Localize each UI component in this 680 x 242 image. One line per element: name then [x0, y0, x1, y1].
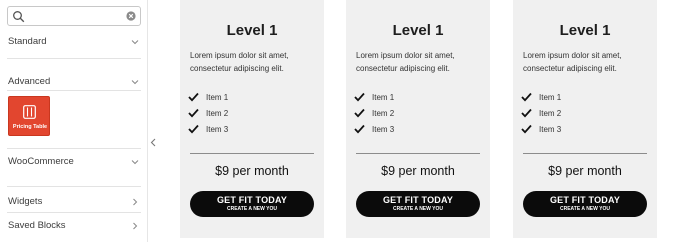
check-icon	[354, 108, 365, 118]
feature-label: Item 2	[372, 109, 395, 118]
search-box[interactable]	[7, 6, 141, 26]
feature-item: Item 3	[521, 124, 641, 136]
button-sublabel: CREATE A NEW YOU	[226, 206, 277, 212]
collapse-sidebar-icon[interactable]	[150, 138, 156, 147]
feature-item: Item 3	[188, 124, 308, 136]
feature-item: Item 3	[354, 124, 474, 136]
feature-label: Item 3	[206, 125, 229, 134]
pricing-table-block[interactable]: Pricing Table	[8, 96, 50, 136]
clear-search-icon[interactable]	[126, 11, 136, 21]
panel-woocommerce[interactable]: WooCommerce	[0, 152, 148, 172]
chevron-right-icon	[133, 222, 138, 230]
divider	[7, 212, 141, 213]
button-sublabel: CREATE A NEW YOU	[559, 206, 610, 212]
divider	[7, 148, 141, 149]
pricing-table-label: Pricing Table	[12, 124, 48, 130]
check-icon	[188, 124, 199, 134]
divider	[7, 186, 141, 187]
chevron-down-icon	[131, 80, 139, 85]
search-input[interactable]	[28, 9, 120, 23]
feature-item: Item 1	[521, 92, 641, 104]
blocks-sidebar: Standard Advanced Pricing Table WooComme…	[0, 0, 148, 242]
feature-label: Item 1	[539, 93, 562, 102]
feature-label: Item 1	[206, 93, 229, 102]
card-description: Lorem ipsum dolor sit amet, consectetur …	[523, 51, 622, 73]
feature-item: Item 2	[354, 108, 474, 120]
card-divider	[190, 153, 314, 154]
get-fit-today-button[interactable]: GET FIT TODAY CREATE A NEW YOU	[523, 191, 647, 217]
button-label: GET FIT TODAY	[216, 195, 288, 205]
card-price: $9 per month	[381, 164, 455, 178]
feature-label: Item 2	[539, 109, 562, 118]
button-label: GET FIT TODAY	[382, 195, 454, 205]
check-icon	[521, 124, 532, 134]
check-icon	[354, 92, 365, 102]
card-divider	[356, 153, 480, 154]
card-divider	[523, 153, 647, 154]
button-sublabel: CREATE A NEW YOU	[392, 206, 443, 212]
check-icon	[354, 124, 365, 134]
panel-standard-label: Standard	[8, 36, 47, 47]
card-price: $9 per month	[215, 164, 289, 178]
chevron-right-icon	[133, 198, 138, 206]
card-title: Level 1	[226, 22, 278, 39]
panel-widgets-label: Widgets	[8, 196, 43, 207]
check-icon	[521, 108, 532, 118]
card-description: Lorem ipsum dolor sit amet, consectetur …	[356, 51, 455, 73]
pricing-card: Level 1 Lorem ipsum dolor sit amet, cons…	[346, 0, 490, 238]
panel-widgets[interactable]: Widgets	[0, 192, 148, 212]
chevron-down-icon	[131, 40, 139, 45]
card-title: Level 1	[559, 22, 611, 39]
chevron-down-icon	[131, 160, 139, 165]
feature-item: Item 1	[354, 92, 474, 104]
get-fit-today-button[interactable]: GET FIT TODAY CREATE A NEW YOU	[356, 191, 480, 217]
panel-saved-blocks-label: Saved Blocks	[8, 220, 66, 231]
feature-label: Item 3	[372, 125, 395, 134]
feature-item: Item 2	[521, 108, 641, 120]
feature-label: Item 1	[372, 93, 395, 102]
get-fit-today-button[interactable]: GET FIT TODAY CREATE A NEW YOU	[190, 191, 314, 217]
panel-standard[interactable]: Standard	[0, 32, 148, 52]
feature-item: Item 2	[188, 108, 308, 120]
check-icon	[188, 108, 199, 118]
search-icon	[13, 11, 25, 23]
feature-label: Item 2	[206, 109, 229, 118]
divider	[7, 90, 141, 91]
card-title: Level 1	[392, 22, 444, 39]
feature-label: Item 3	[539, 125, 562, 134]
check-icon	[188, 92, 199, 102]
panel-advanced[interactable]: Advanced	[0, 72, 148, 92]
card-description: Lorem ipsum dolor sit amet, consectetur …	[190, 51, 289, 73]
pricing-card: Level 1 Lorem ipsum dolor sit amet, cons…	[180, 0, 324, 238]
check-icon	[521, 92, 532, 102]
panel-saved-blocks[interactable]: Saved Blocks	[0, 216, 148, 236]
button-label: GET FIT TODAY	[549, 195, 621, 205]
panel-advanced-label: Advanced	[8, 76, 51, 87]
card-price: $9 per month	[548, 164, 622, 178]
pricing-table-icon	[23, 105, 36, 119]
panel-woocommerce-label: WooCommerce	[8, 156, 74, 167]
pricing-card: Level 1 Lorem ipsum dolor sit amet, cons…	[513, 0, 657, 238]
divider	[7, 58, 141, 59]
feature-item: Item 1	[188, 92, 308, 104]
